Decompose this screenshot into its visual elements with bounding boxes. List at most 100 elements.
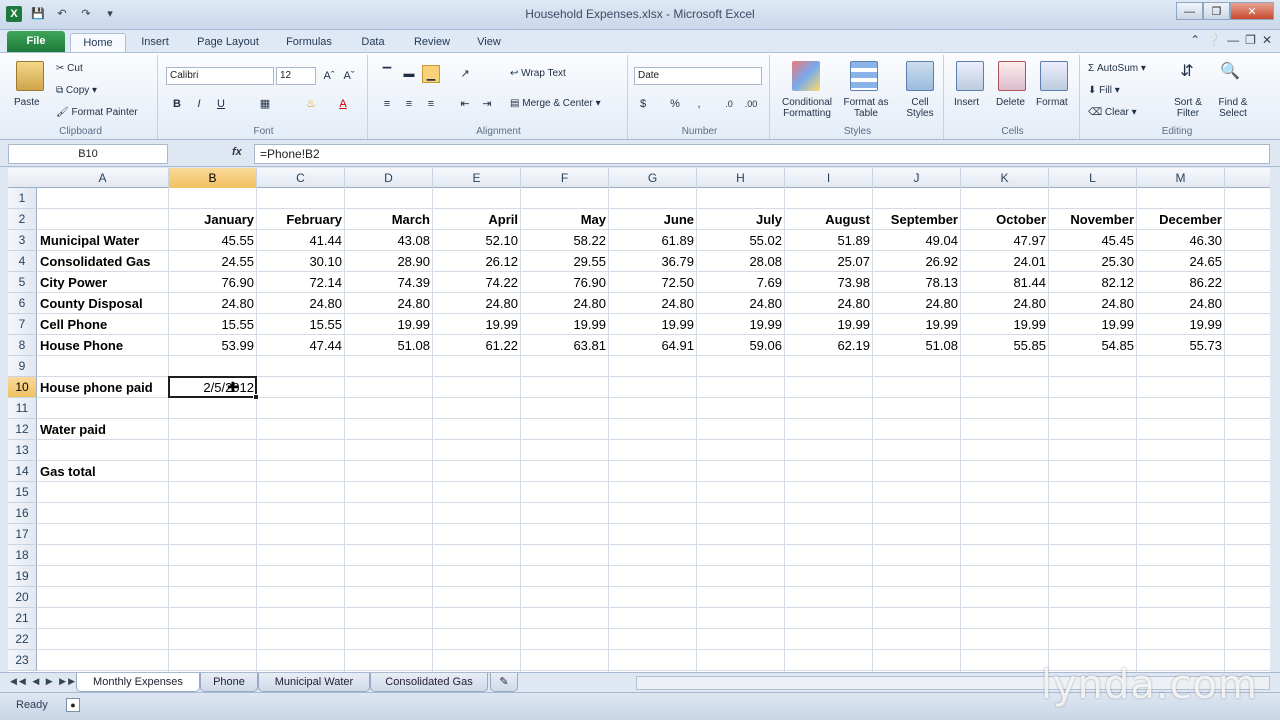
column-header-a[interactable]: A <box>37 168 169 188</box>
cell-styles-button[interactable]: Cell Styles <box>898 97 942 119</box>
month-header-cell[interactable]: June <box>609 209 697 230</box>
expense-label-cell[interactable]: City Power <box>37 272 169 293</box>
expense-value-cell[interactable]: 24.01 <box>961 251 1049 272</box>
expense-value-cell[interactable]: 24.80 <box>785 293 873 314</box>
sheet-tab-monthly-expenses[interactable]: Monthly Expenses <box>76 673 200 692</box>
paste-button[interactable]: Paste <box>14 97 40 108</box>
expense-value-cell[interactable]: 47.44 <box>257 335 345 356</box>
insert-button[interactable]: Insert <box>954 97 979 108</box>
expense-value-cell[interactable]: 81.44 <box>961 272 1049 293</box>
expense-value-cell[interactable]: 45.45 <box>1049 230 1137 251</box>
comma-style-icon[interactable]: , <box>690 95 708 113</box>
expense-value-cell[interactable]: 26.12 <box>433 251 521 272</box>
expense-value-cell[interactable]: 73.98 <box>785 272 873 293</box>
italic-button[interactable]: I <box>190 95 208 113</box>
insert-function-icon[interactable]: fx <box>232 146 242 158</box>
tab-insert[interactable]: Insert <box>130 33 180 52</box>
expense-value-cell[interactable]: 19.99 <box>609 314 697 335</box>
row-header-21[interactable]: 21 <box>8 608 37 629</box>
expense-value-cell[interactable]: 64.91 <box>609 335 697 356</box>
expense-value-cell[interactable]: 24.65 <box>1137 251 1225 272</box>
expense-label-cell[interactable]: Municipal Water <box>37 230 169 251</box>
expense-value-cell[interactable]: 72.14 <box>257 272 345 293</box>
expense-value-cell[interactable]: 45.55 <box>169 230 257 251</box>
column-header-b[interactable]: B <box>169 168 257 188</box>
expense-value-cell[interactable]: 24.80 <box>433 293 521 314</box>
column-header-g[interactable]: G <box>609 168 697 188</box>
water-paid-label-cell[interactable]: Water paid <box>37 419 169 440</box>
expense-value-cell[interactable]: 61.22 <box>433 335 521 356</box>
align-right-icon[interactable]: ≡ <box>422 95 440 113</box>
expense-value-cell[interactable]: 82.12 <box>1049 272 1137 293</box>
tab-home[interactable]: Home <box>70 33 126 52</box>
row-header-4[interactable]: 4 <box>8 251 37 272</box>
workbook-close-icon[interactable]: ✕ <box>1262 33 1272 47</box>
cut-button[interactable]: ✂ Cut <box>56 63 83 74</box>
row-header-22[interactable]: 22 <box>8 629 37 650</box>
file-tab[interactable]: File <box>7 31 65 52</box>
month-header-cell[interactable]: July <box>697 209 785 230</box>
expense-value-cell[interactable]: 78.13 <box>873 272 961 293</box>
align-top-icon[interactable]: ▔ <box>378 65 396 83</box>
autosum-button[interactable]: Σ AutoSum ▾ <box>1088 63 1146 74</box>
expense-value-cell[interactable]: 55.02 <box>697 230 785 251</box>
row-header-9[interactable]: 9 <box>8 356 37 377</box>
row-header-11[interactable]: 11 <box>8 398 37 419</box>
wrap-text-button[interactable]: ↩ Wrap Text <box>510 68 566 79</box>
expense-value-cell[interactable]: 49.04 <box>873 230 961 251</box>
expense-value-cell[interactable]: 7.69 <box>697 272 785 293</box>
expense-value-cell[interactable]: 51.08 <box>873 335 961 356</box>
expense-value-cell[interactable]: 51.08 <box>345 335 433 356</box>
expense-value-cell[interactable]: 19.99 <box>1049 314 1137 335</box>
expense-value-cell[interactable]: 24.55 <box>169 251 257 272</box>
expense-value-cell[interactable]: 55.73 <box>1137 335 1225 356</box>
conditional-formatting-button[interactable]: Conditional Formatting <box>776 97 838 119</box>
expense-value-cell[interactable]: 24.80 <box>697 293 785 314</box>
find-select-button[interactable]: Find & Select <box>1210 97 1256 119</box>
row-header-16[interactable]: 16 <box>8 503 37 524</box>
row-header-20[interactable]: 20 <box>8 587 37 608</box>
insert-sheet-icon[interactable]: ✎ <box>490 673 518 692</box>
fill-button[interactable]: ⬇ Fill ▾ <box>1088 85 1120 96</box>
font-name-combo[interactable]: Calibri <box>166 67 274 85</box>
clear-button[interactable]: ⌫ Clear ▾ <box>1088 107 1137 118</box>
expense-value-cell[interactable]: 59.06 <box>697 335 785 356</box>
tab-formulas[interactable]: Formulas <box>276 33 342 52</box>
expense-value-cell[interactable]: 26.92 <box>873 251 961 272</box>
expense-value-cell[interactable]: 55.85 <box>961 335 1049 356</box>
insert-cells-icon[interactable] <box>956 61 984 91</box>
find-select-icon[interactable]: 🔍 <box>1220 63 1240 81</box>
row-header-13[interactable]: 13 <box>8 440 37 461</box>
sort-filter-icon[interactable]: ⇵ <box>1178 63 1196 81</box>
expense-value-cell[interactable]: 15.55 <box>169 314 257 335</box>
help-icon[interactable]: ❔ <box>1206 33 1221 47</box>
expense-value-cell[interactable]: 58.22 <box>521 230 609 251</box>
expense-value-cell[interactable]: 24.80 <box>1049 293 1137 314</box>
expense-value-cell[interactable]: 19.99 <box>785 314 873 335</box>
expense-value-cell[interactable]: 19.99 <box>961 314 1049 335</box>
column-header-e[interactable]: E <box>433 168 521 188</box>
column-header-i[interactable]: I <box>785 168 873 188</box>
expense-value-cell[interactable]: 28.08 <box>697 251 785 272</box>
expense-value-cell[interactable]: 19.99 <box>697 314 785 335</box>
format-cells-icon[interactable] <box>1040 61 1068 91</box>
expense-value-cell[interactable]: 19.99 <box>345 314 433 335</box>
align-center-icon[interactable]: ≡ <box>400 95 418 113</box>
expense-value-cell[interactable]: 25.07 <box>785 251 873 272</box>
column-header-c[interactable]: C <box>257 168 345 188</box>
close-button[interactable]: ✕ <box>1230 2 1274 20</box>
bold-button[interactable]: B <box>168 95 186 113</box>
row-header-17[interactable]: 17 <box>8 524 37 545</box>
format-button[interactable]: Format <box>1036 97 1068 108</box>
row-header-8[interactable]: 8 <box>8 335 37 356</box>
expense-value-cell[interactable]: 52.10 <box>433 230 521 251</box>
column-header-l[interactable]: L <box>1049 168 1137 188</box>
expense-value-cell[interactable]: 72.50 <box>609 272 697 293</box>
expense-value-cell[interactable]: 62.19 <box>785 335 873 356</box>
expense-value-cell[interactable]: 74.22 <box>433 272 521 293</box>
align-bottom-icon[interactable]: ▁ <box>422 65 440 83</box>
active-cell-border[interactable] <box>168 376 257 398</box>
row-header-19[interactable]: 19 <box>8 566 37 587</box>
expense-value-cell[interactable]: 24.80 <box>345 293 433 314</box>
month-header-cell[interactable]: November <box>1049 209 1137 230</box>
